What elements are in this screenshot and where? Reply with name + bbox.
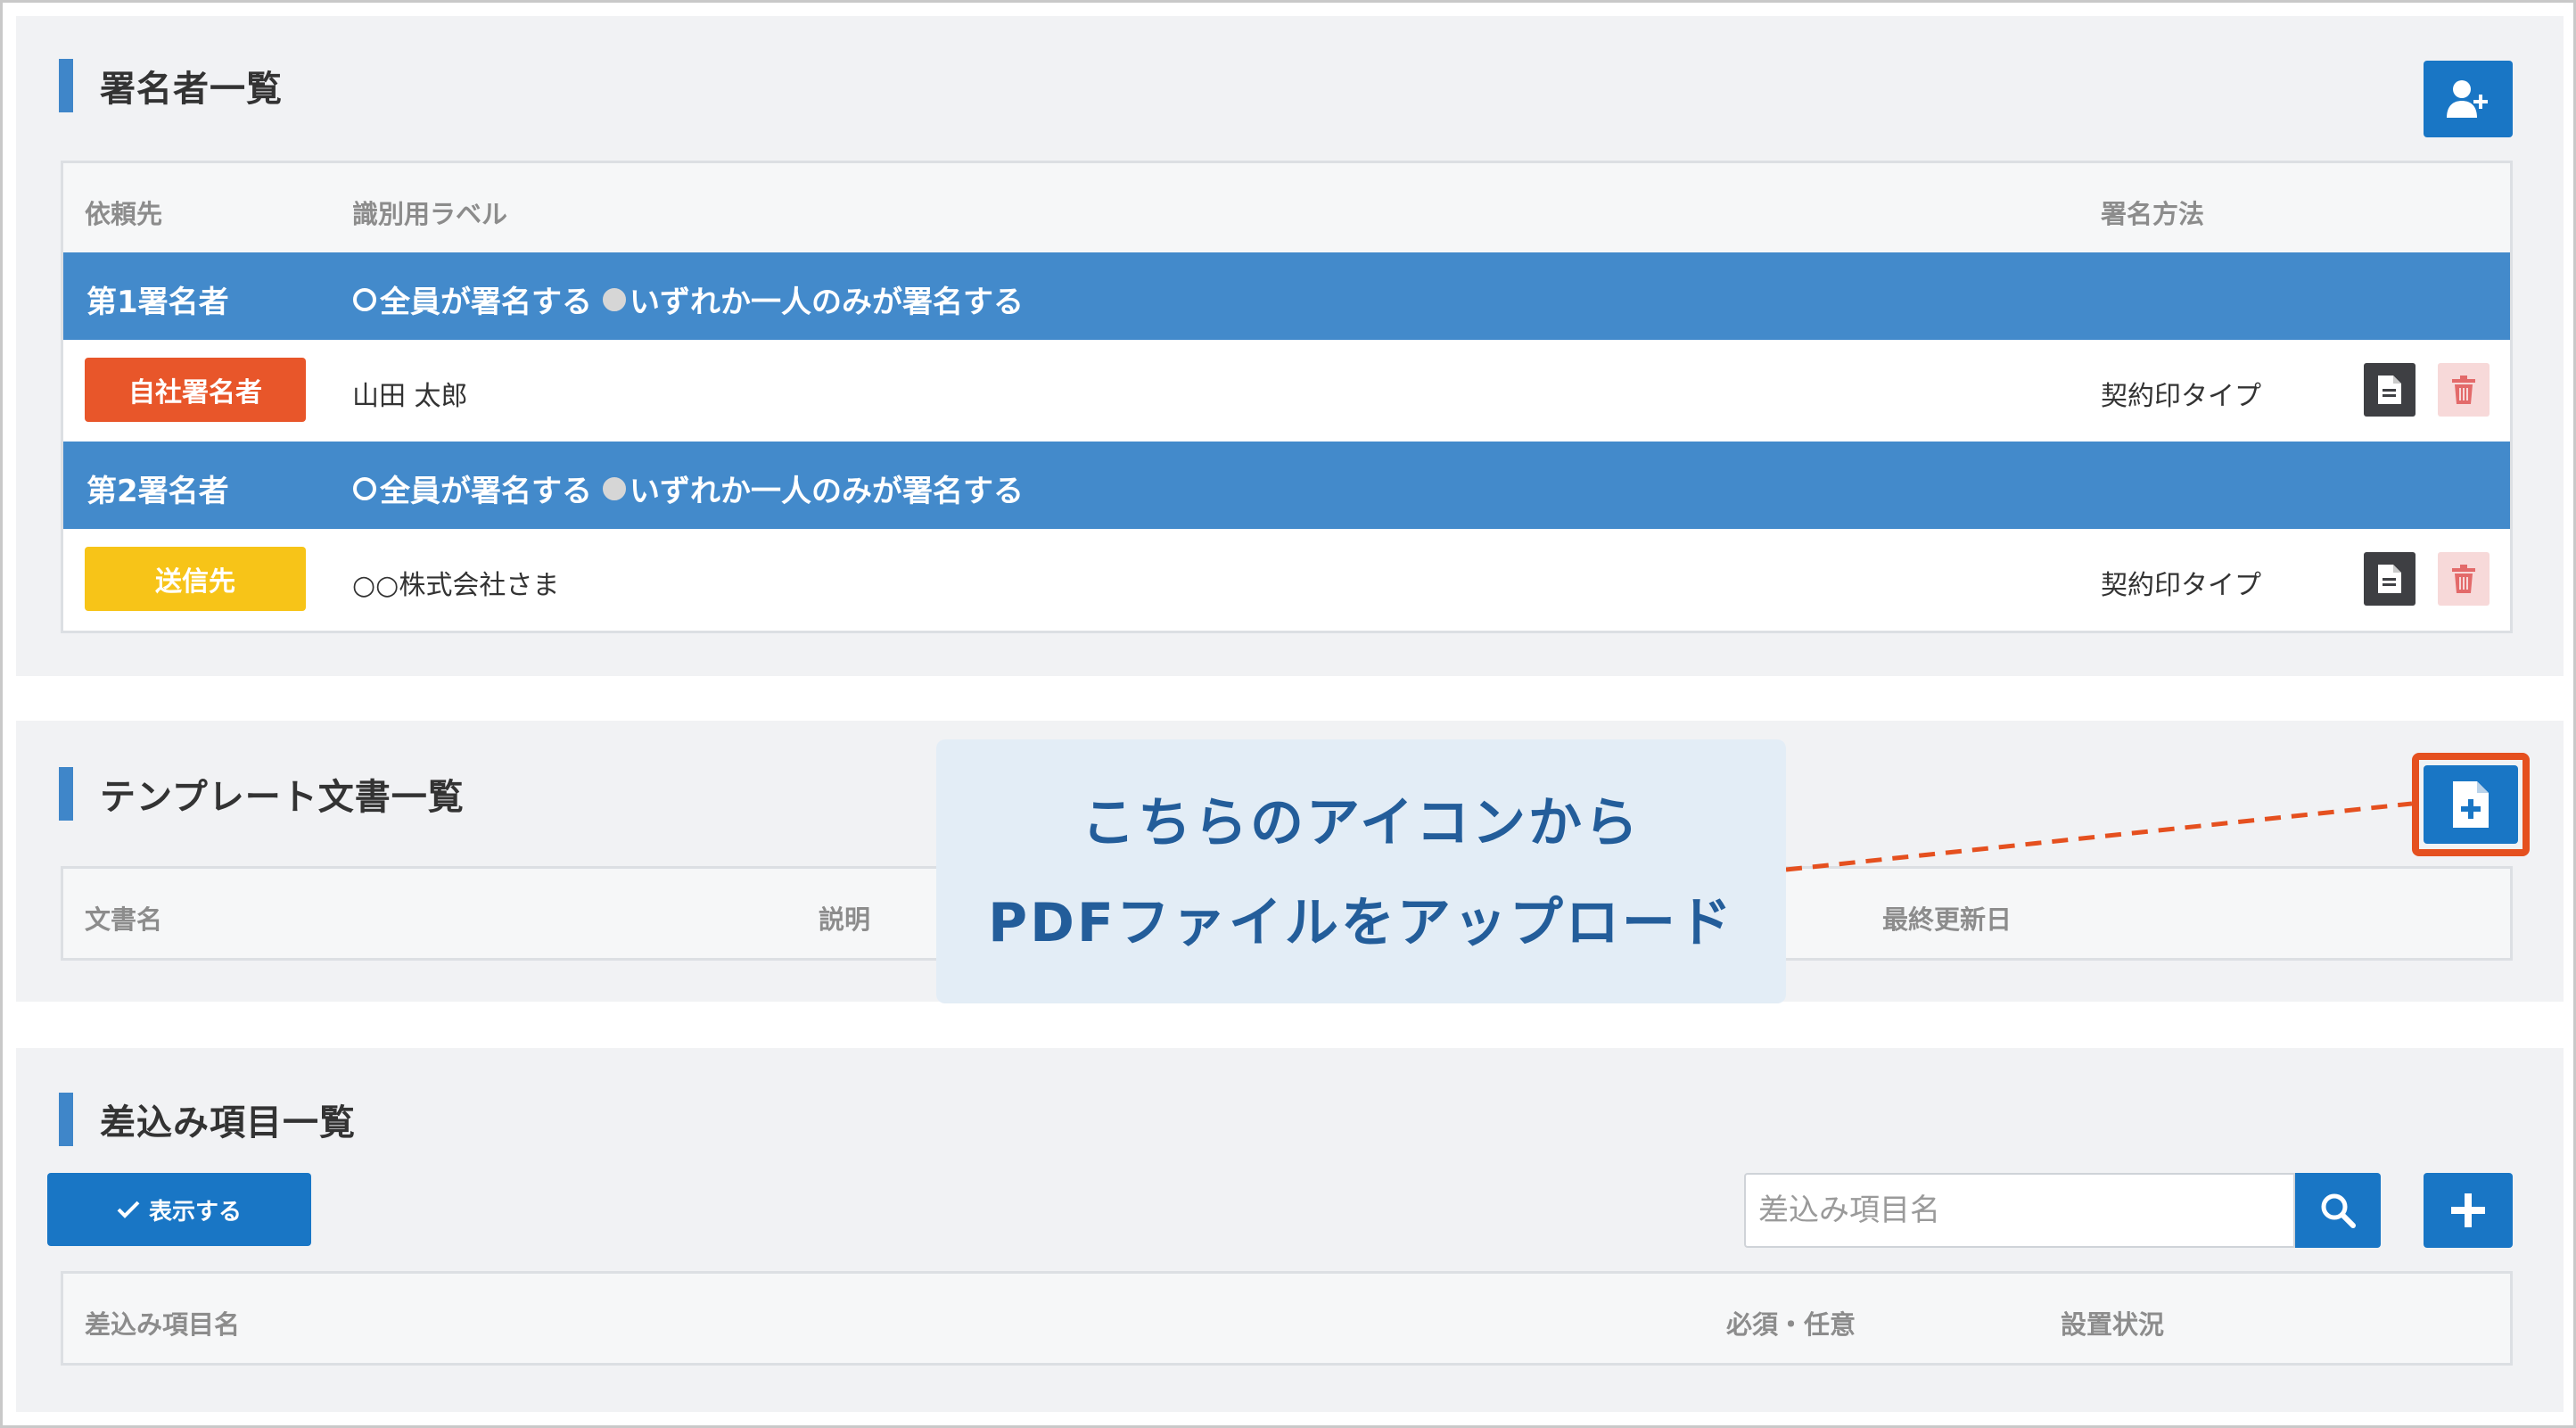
group-name: 第2署名者 bbox=[86, 474, 229, 509]
option-all-label: 全員が署名する bbox=[380, 474, 592, 509]
signing-method: 契約印タイプ bbox=[2101, 570, 2261, 601]
col-label: 識別用ラベル bbox=[352, 199, 508, 229]
option-any-label: いずれか一人のみが署名する bbox=[630, 474, 1024, 509]
signing-mode-options: 全員が署名する いずれか一人のみが署名する bbox=[353, 466, 1024, 510]
trash-icon bbox=[2452, 565, 2475, 593]
add-signer-button[interactable] bbox=[2424, 61, 2513, 137]
document-button[interactable] bbox=[2364, 552, 2416, 606]
search-icon bbox=[2321, 1193, 2356, 1228]
merge-table: 差込み項目名 必須・任意 設置状況 bbox=[61, 1271, 2513, 1366]
document-icon bbox=[2378, 376, 2401, 404]
col-method: 署名方法 bbox=[2101, 199, 2205, 229]
radio-all-sign[interactable] bbox=[353, 476, 376, 500]
section-accent-bar bbox=[59, 767, 73, 821]
signer-row: 自社署名者 山田 太郎 契約印タイプ bbox=[63, 340, 2510, 442]
signer-name: ○○株式会社さま bbox=[352, 570, 560, 601]
show-fields-button[interactable]: 表示する bbox=[47, 1173, 311, 1246]
option-all-label: 全員が署名する bbox=[380, 285, 592, 320]
col-status: 設置状況 bbox=[2061, 1309, 2165, 1340]
delete-button[interactable] bbox=[2438, 552, 2490, 606]
signers-panel: 署名者一覧 依頼先 識別用ラベル 署名方法 第1署名者 全員が署名する いずれか… bbox=[16, 16, 2564, 676]
radio-any-sign[interactable] bbox=[603, 476, 626, 500]
col-requestee: 依頼先 bbox=[85, 199, 163, 229]
signing-mode-options: 全員が署名する いずれか一人のみが署名する bbox=[353, 277, 1024, 321]
trash-icon bbox=[2452, 376, 2475, 404]
signer-group-1: 第1署名者 全員が署名する いずれか一人のみが署名する bbox=[63, 252, 2510, 340]
signer-group-2: 第2署名者 全員が署名する いずれか一人のみが署名する bbox=[63, 442, 2510, 529]
signer-badge: 自社署名者 bbox=[85, 358, 306, 422]
add-user-icon bbox=[2447, 80, 2488, 118]
callout-line-1: こちらのアイコンから bbox=[1082, 792, 1641, 854]
signer-badge: 送信先 bbox=[85, 547, 306, 611]
template-header: テンプレート文書一覧 bbox=[59, 767, 465, 821]
plus-icon bbox=[2451, 1193, 2485, 1227]
add-field-button[interactable] bbox=[2424, 1173, 2513, 1248]
signers-table-header: 依頼先 識別用ラベル 署名方法 bbox=[63, 163, 2510, 252]
signer-row: 送信先 ○○株式会社さま 契約印タイプ bbox=[63, 529, 2510, 631]
option-any-label: いずれか一人のみが署名する bbox=[630, 285, 1024, 320]
document-icon bbox=[2378, 565, 2401, 593]
group-name: 第1署名者 bbox=[86, 285, 229, 320]
signers-table: 依頼先 識別用ラベル 署名方法 第1署名者 全員が署名する いずれか一人のみが署… bbox=[61, 161, 2513, 633]
col-updated: 最終更新日 bbox=[1882, 904, 2012, 935]
template-title: テンプレート文書一覧 bbox=[100, 777, 465, 818]
signing-method: 契約印タイプ bbox=[2101, 381, 2261, 412]
search-button[interactable] bbox=[2295, 1173, 2381, 1248]
callout-line-2: PDFファイルをアップロード bbox=[988, 892, 1734, 954]
upload-hint-callout: こちらのアイコンから PDFファイルをアップロード bbox=[936, 739, 1786, 1003]
callout-pointer-line bbox=[1785, 801, 2413, 872]
radio-all-sign[interactable] bbox=[353, 287, 376, 311]
col-description: 説明 bbox=[819, 904, 871, 935]
check-icon bbox=[117, 1201, 140, 1218]
page-frame: 署名者一覧 依頼先 識別用ラベル 署名方法 第1署名者 全員が署名する いずれか… bbox=[0, 0, 2576, 1428]
radio-any-sign[interactable] bbox=[603, 287, 626, 311]
show-fields-label: 表示する bbox=[148, 1198, 242, 1226]
signer-name: 山田 太郎 bbox=[352, 381, 468, 412]
merge-field-search-input[interactable] bbox=[1744, 1173, 2295, 1248]
merge-title: 差込み項目一覧 bbox=[100, 1102, 356, 1143]
document-button[interactable] bbox=[2364, 363, 2416, 417]
signers-title: 署名者一覧 bbox=[100, 69, 283, 110]
delete-button[interactable] bbox=[2438, 363, 2490, 417]
section-accent-bar bbox=[59, 1093, 73, 1146]
col-required: 必須・任意 bbox=[1726, 1309, 1856, 1340]
merge-header: 差込み項目一覧 bbox=[59, 1093, 356, 1146]
upload-button-highlight bbox=[2412, 753, 2530, 856]
signers-header: 署名者一覧 bbox=[59, 59, 283, 112]
section-accent-bar bbox=[59, 59, 73, 112]
col-field-name: 差込み項目名 bbox=[85, 1309, 241, 1340]
col-doc-name: 文書名 bbox=[85, 904, 163, 935]
merge-table-header: 差込み項目名 必須・任意 設置状況 bbox=[63, 1274, 2510, 1363]
